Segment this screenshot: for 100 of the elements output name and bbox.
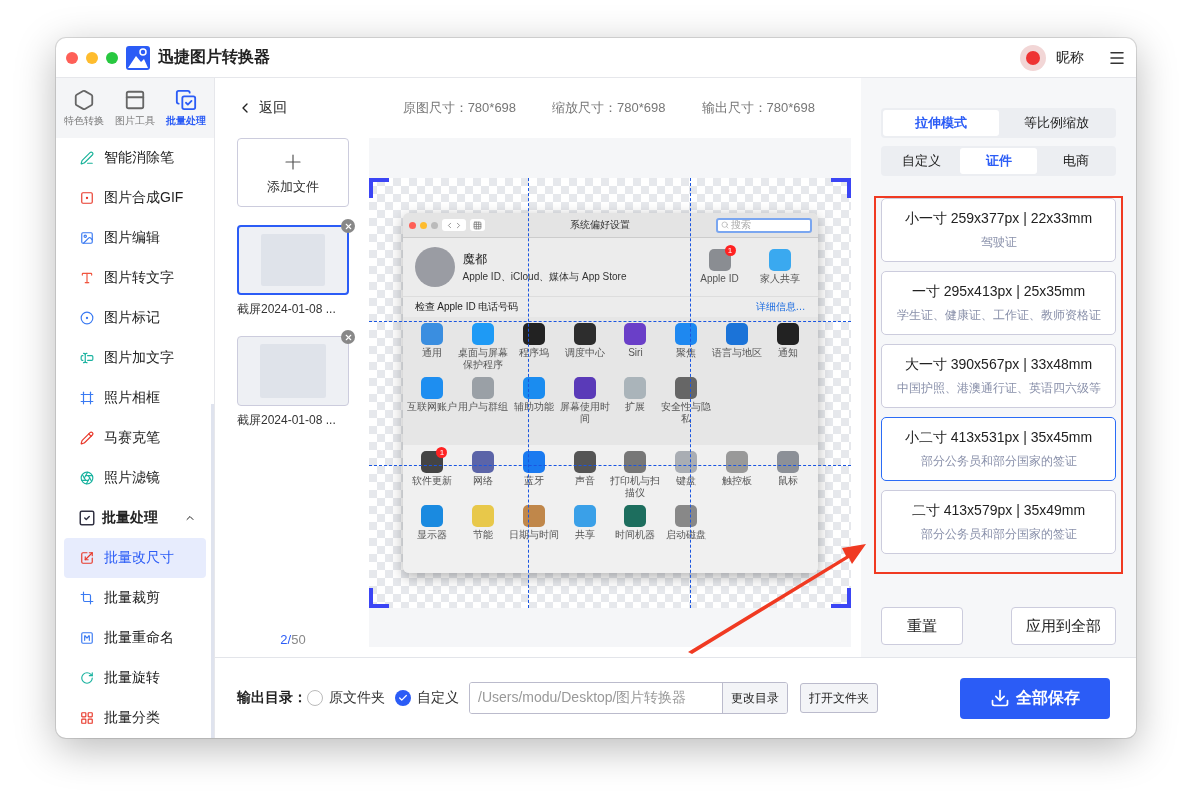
size-preset[interactable]: 二寸 413x579px | 35x49mm 部分公务员和部分国家的签证 [881, 490, 1116, 554]
preference-label: 通知 [777, 347, 800, 359]
sidebar-item[interactable]: 照片相框 [64, 378, 206, 418]
tool-icon [80, 631, 94, 645]
size-preset[interactable]: 小二寸 413x531px | 35x45mm 部分公务员和部分国家的签证 [881, 417, 1116, 481]
preference-icon [726, 323, 749, 345]
open-folder-button[interactable]: 打开文件夹 [800, 683, 878, 713]
sidebar-item[interactable]: 智能消除笔 [64, 138, 206, 178]
nav-tab[interactable]: 特色转换 [63, 88, 104, 128]
window-title: 系统偏好设置 [569, 218, 631, 232]
tab-icon [72, 88, 95, 111]
tab-icon [175, 88, 198, 111]
tool-icon [80, 391, 94, 405]
nav-tab[interactable]: 图片工具 [115, 88, 155, 128]
size-preset[interactable]: 小一寸 259x377px | 22x33mm 驾驶证 [881, 198, 1116, 262]
radio-button[interactable] [307, 690, 323, 706]
scrollbar-thumb[interactable] [211, 404, 214, 738]
path-field[interactable]: /Users/modu/Desktop/图片转换器 更改目录 [469, 682, 788, 714]
add-file-button[interactable]: 添加文件 [237, 138, 349, 207]
sidebar-group[interactable]: 批量处理 [64, 498, 206, 538]
remove-button[interactable] [341, 219, 355, 233]
sidebar-item[interactable]: 批量旋转 [64, 658, 206, 698]
preference-icon [471, 451, 494, 473]
save-all-button[interactable]: 全部保存 [960, 677, 1110, 719]
category-tab[interactable]: 自定义 [883, 148, 960, 174]
preset-description: 学生证、健康证、工作证、教师资格证 [896, 306, 1101, 324]
preset-description: 中国护照、港澳通行证、英语四六级等 [896, 379, 1101, 397]
maximize-button[interactable] [106, 51, 118, 64]
page-counter: 2/50 [279, 632, 307, 647]
sidebar-item[interactable]: 照片滤镜 [64, 458, 206, 498]
preference-label: 鼠标 [777, 475, 800, 487]
mode-tab[interactable]: 拉伸模式 [883, 110, 999, 136]
tool-icon [80, 231, 94, 245]
preference-label: 声音 [573, 475, 596, 487]
close-icon [343, 221, 353, 231]
download-icon [990, 688, 1010, 708]
category-tab[interactable]: 电商 [1037, 148, 1114, 174]
preference-icon [471, 377, 494, 399]
preset-title: 二寸 413x579px | 35x49mm [911, 501, 1086, 520]
preference-label: 打印机与扫描仪 [610, 475, 661, 499]
mode-tab[interactable]: 等比例缩放 [998, 110, 1114, 136]
crop-handle[interactable] [369, 178, 389, 198]
radio-button[interactable] [395, 690, 411, 706]
sidebar-item[interactable]: 批量分类 [64, 698, 206, 738]
sidebar-item[interactable]: 图片转文字 [64, 258, 206, 298]
tab-icon [124, 88, 146, 111]
size-info: 输出尺寸：780*698 [701, 99, 815, 117]
preference-icon [675, 323, 698, 345]
output-option[interactable]: 自定义 [395, 689, 459, 707]
preference-icon [522, 323, 545, 345]
preference-label: 安全性与隐私 [661, 401, 712, 425]
preference-icon [573, 323, 596, 345]
tool-icon [80, 551, 94, 565]
preference-label: 触控板 [721, 475, 754, 487]
sidebar-item[interactable]: 图片加文字 [64, 338, 206, 378]
output-option[interactable]: 原文件夹 [307, 689, 385, 707]
category-tab[interactable]: 证件 [960, 148, 1037, 174]
change-directory-button[interactable]: 更改目录 [722, 683, 787, 713]
sidebar-item[interactable]: 图片标记 [64, 298, 206, 338]
account-subtitle: Apple ID、iCloud、媒体与 App Store [462, 269, 628, 284]
close-icon [343, 332, 353, 342]
sidebar-item[interactable]: 批量改尺寸 [64, 538, 206, 578]
tool-icon [80, 351, 94, 365]
remove-button[interactable] [341, 330, 355, 344]
user-name[interactable]: 昵称 [1056, 48, 1084, 67]
sidebar-item[interactable]: 图片合成GIF [64, 178, 206, 218]
file-thumbnail[interactable] [237, 225, 349, 295]
size-preset[interactable]: 一寸 295x413px | 25x35mm 学生证、健康证、工作证、教师资格证 [881, 271, 1116, 335]
notification-badge: 1 [436, 447, 448, 458]
preference-label: 桌面与屏幕保护程序 [457, 347, 508, 371]
crop-handle[interactable] [831, 588, 851, 608]
sidebar-item[interactable]: 批量裁剪 [64, 578, 206, 618]
preference-icon [522, 377, 545, 399]
preference-icon [675, 377, 698, 399]
preference-icon [777, 323, 800, 345]
preference-label: 共享 [573, 529, 596, 541]
crop-handle[interactable] [831, 178, 851, 198]
nav-arrows-icon [441, 219, 466, 231]
logo-icon [126, 45, 150, 70]
preference-icon [624, 323, 647, 345]
preference-label: 互联网账户 [406, 401, 457, 413]
crop-handle[interactable] [369, 588, 389, 608]
notification-badge: 1 [724, 245, 736, 256]
preference-icon [708, 249, 731, 271]
nav-tab[interactable]: 批量处理 [166, 88, 207, 128]
apply-all-button[interactable]: 应用到全部 [1011, 607, 1116, 645]
file-name: 截屏2024-01-08 ... [237, 412, 337, 429]
close-button[interactable] [66, 51, 78, 64]
sidebar-item[interactable]: 马赛克笔 [64, 418, 206, 458]
tool-icon [80, 471, 94, 485]
sidebar-item[interactable]: 图片编辑 [64, 218, 206, 258]
preference-label: 显示器 [415, 529, 448, 541]
sidebar-item[interactable]: 批量重命名 [64, 618, 206, 658]
reset-button[interactable]: 重置 [881, 607, 963, 645]
avatar[interactable] [1020, 44, 1046, 71]
back-button[interactable]: 返回 [237, 99, 403, 117]
size-preset[interactable]: 大一寸 390x567px | 33x48mm 中国护照、港澳通行证、英语四六级等 [881, 344, 1116, 408]
preference-label: 通用 [420, 347, 443, 359]
avatar [414, 247, 455, 287]
preference-icon [420, 505, 443, 527]
